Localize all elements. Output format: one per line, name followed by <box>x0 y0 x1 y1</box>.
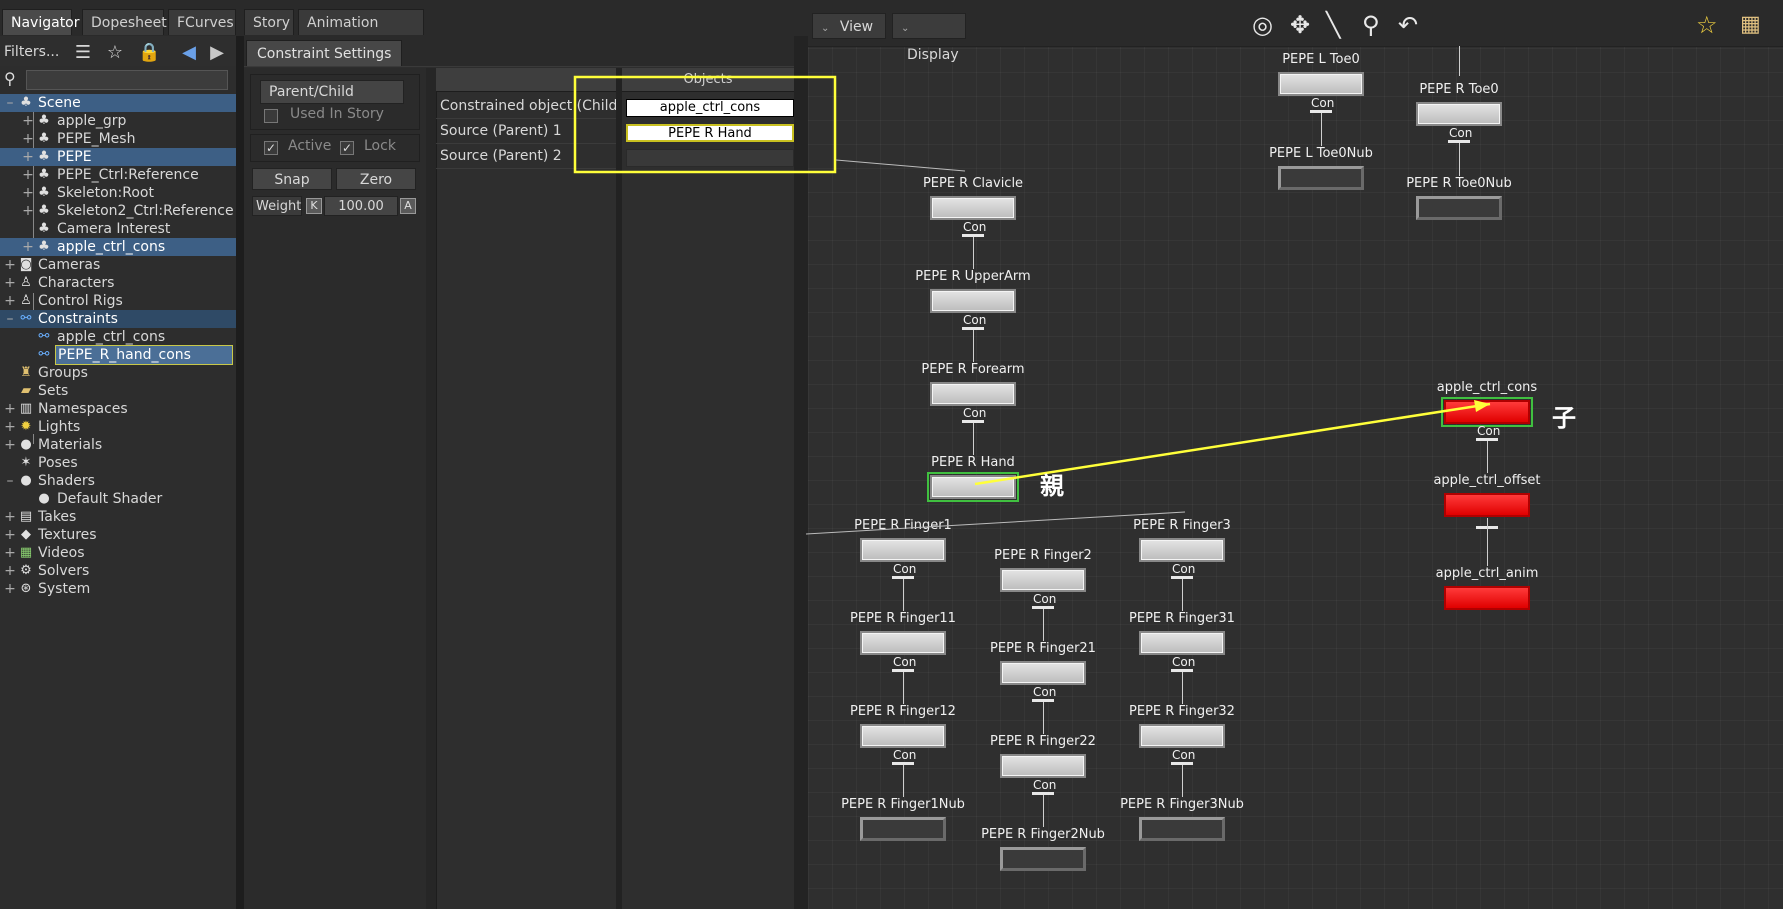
schematic-link-line <box>835 159 966 172</box>
child-annotation: 子 <box>1552 404 1576 432</box>
annotation-overlay <box>573 75 1491 535</box>
schematic-link-line <box>805 511 1186 535</box>
parent-annotation: 親 <box>1040 472 1064 500</box>
highlight-box <box>573 75 837 174</box>
arrow-head-icon <box>1474 400 1490 412</box>
